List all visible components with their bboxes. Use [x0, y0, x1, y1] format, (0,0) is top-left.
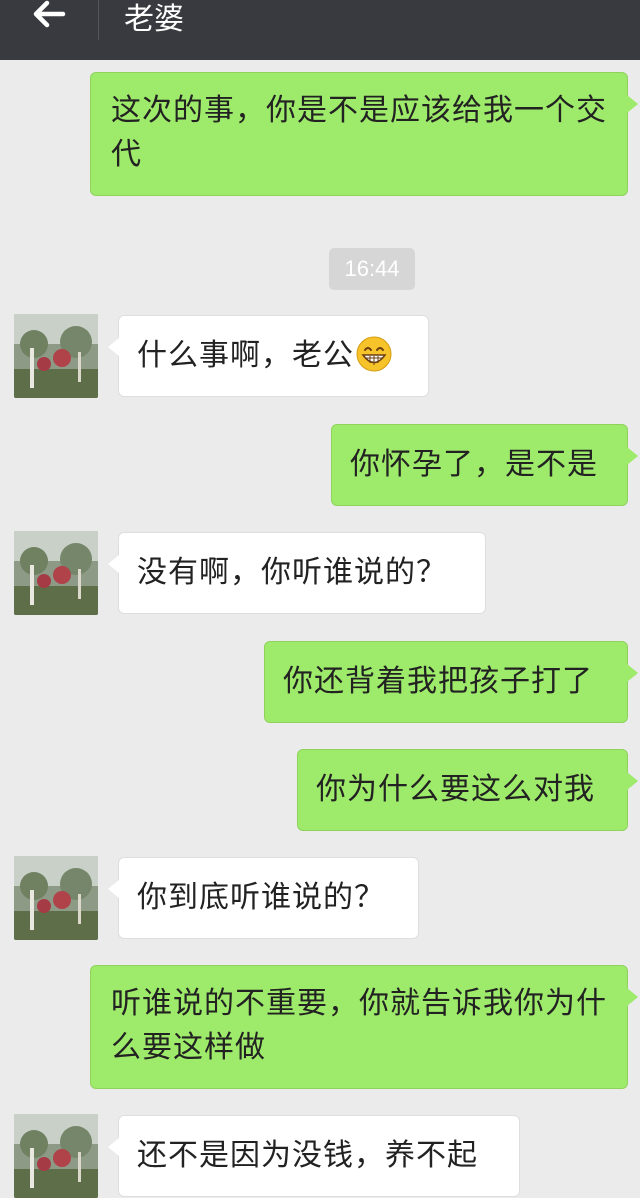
message-text: 你为什么要这么对我: [316, 772, 595, 807]
message-bubble-incoming[interactable]: 还不是因为没钱，养不起: [108, 1115, 520, 1197]
contact-avatar[interactable]: [14, 1114, 98, 1198]
message-text: 没有啊，你听谁说的？: [137, 555, 447, 590]
message-text: 你到底听谁说的？: [137, 880, 385, 915]
message-bubble-incoming[interactable]: 你到底听谁说的？: [108, 857, 419, 939]
message-timestamp: 16:44: [329, 248, 415, 290]
contact-avatar[interactable]: [14, 856, 98, 940]
message-bubble-outgoing[interactable]: 你还背着我把孩子打了: [264, 641, 638, 723]
message-bubble-outgoing[interactable]: 这次的事，你是不是应该给我一个交代: [90, 72, 638, 196]
arrow-left-icon: [33, 0, 65, 28]
message-text: 这次的事，你是不是应该给我一个交代: [111, 93, 607, 172]
message-text: 你怀孕了，是不是: [350, 447, 598, 482]
message-text: 还不是因为没钱，养不起: [137, 1138, 478, 1173]
message-text: 听谁说的不重要，你就告诉我你为什么要这样做: [111, 986, 607, 1065]
title-divider: [98, 0, 99, 40]
message-bubble-incoming[interactable]: 没有啊，你听谁说的？: [108, 532, 486, 614]
message-text: 什么事啊，老公: [137, 338, 354, 373]
message-bubble-incoming[interactable]: 什么事啊，老公: [108, 315, 429, 397]
chat-title: 老婆: [124, 2, 184, 37]
contact-avatar[interactable]: [14, 314, 98, 398]
title-bar: 老婆: [0, 0, 640, 60]
message-text: 你还背着我把孩子打了: [283, 664, 593, 699]
back-button[interactable]: [0, 0, 97, 60]
message-bubble-outgoing[interactable]: 你怀孕了，是不是: [331, 424, 638, 506]
message-bubble-outgoing[interactable]: 你为什么要这么对我: [297, 749, 638, 831]
message-bubble-outgoing[interactable]: 听谁说的不重要，你就告诉我你为什么要这样做: [90, 965, 638, 1089]
contact-avatar[interactable]: [14, 531, 98, 615]
grinning-face-icon: [356, 336, 392, 372]
